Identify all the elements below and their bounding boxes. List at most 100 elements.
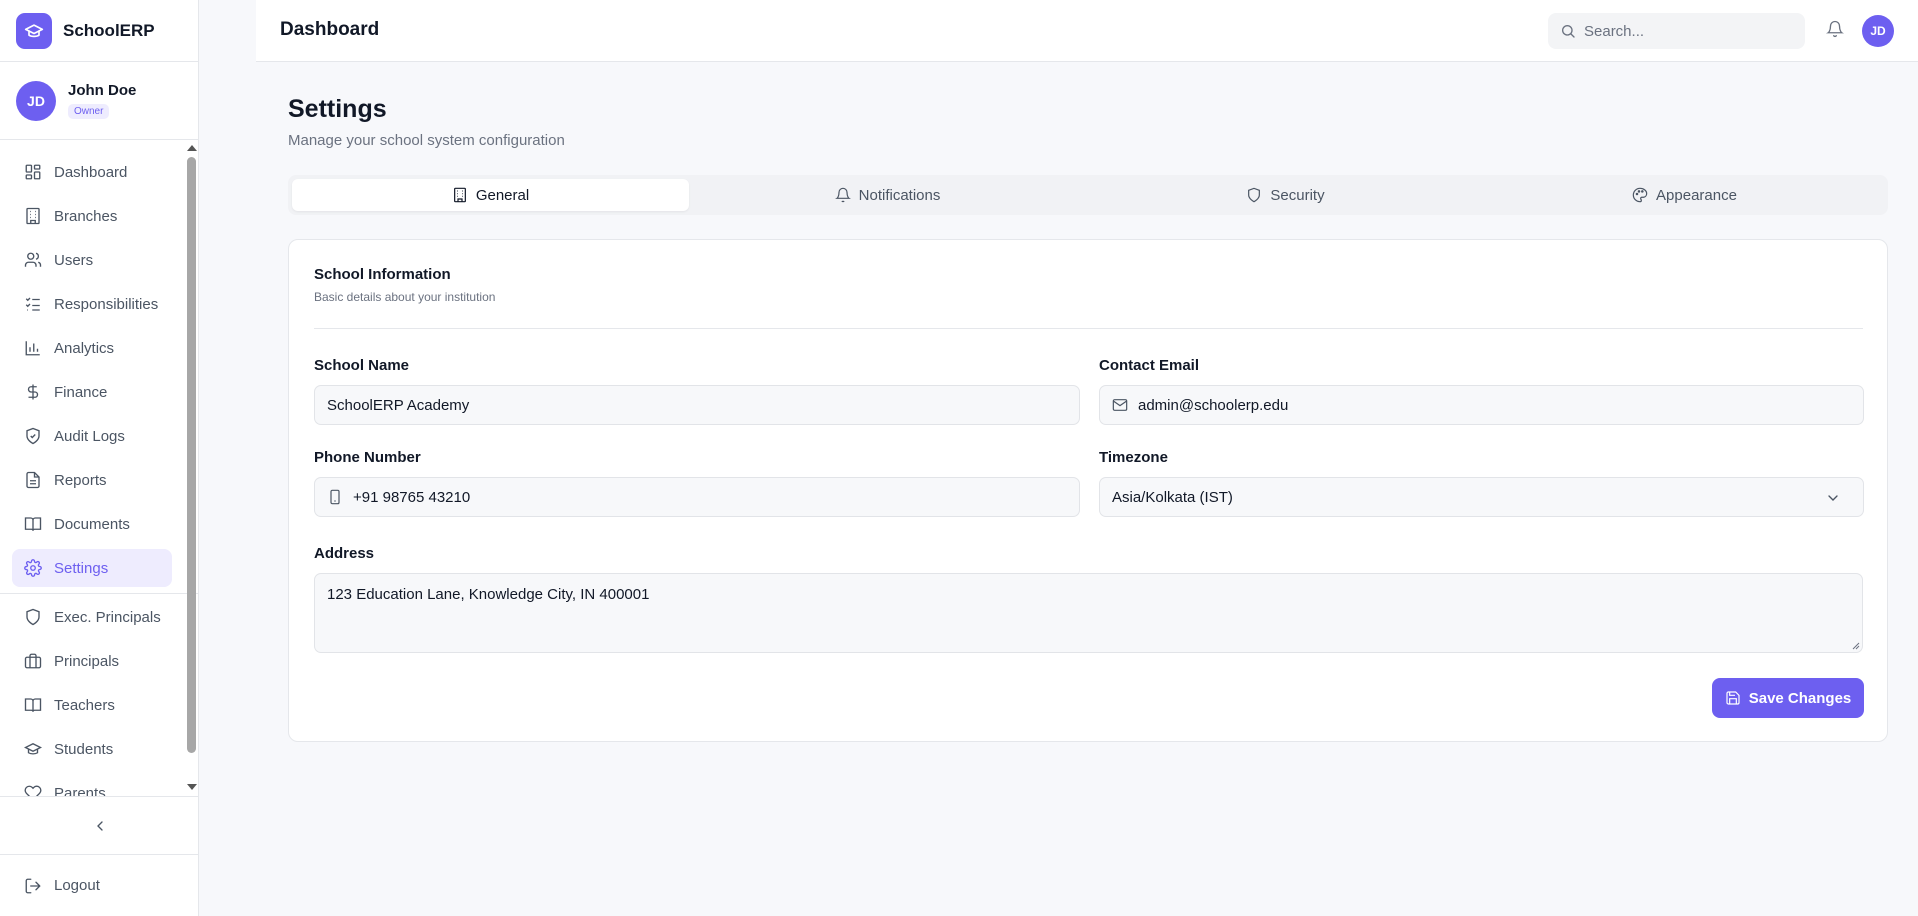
sidebar-item-audit-logs[interactable]: Audit Logs [12, 417, 172, 455]
sidebar-item-label: Teachers [54, 696, 115, 714]
scroll-down-arrow[interactable] [187, 784, 197, 790]
sidebar-item-label: Documents [54, 515, 130, 533]
tab-appearance[interactable]: Appearance [1486, 179, 1883, 211]
sidebar-item-students[interactable]: Students [12, 730, 172, 768]
brand[interactable]: SchoolERP [0, 0, 198, 62]
building-icon [26, 207, 40, 225]
contact-email-value: admin@schoolerp.edu [1138, 396, 1289, 414]
sidebar-item-label: Finance [54, 383, 108, 401]
sidebar-item-users[interactable]: Users [12, 241, 172, 279]
shield-check-icon [26, 427, 40, 445]
role-badge: Owner [68, 104, 110, 119]
dollar-icon [27, 384, 39, 400]
briefcase-icon [24, 653, 42, 669]
graduation-cap-icon [24, 742, 42, 755]
tab-general[interactable]: General [292, 179, 689, 211]
book-open-icon [24, 517, 42, 531]
file-text-icon [26, 471, 40, 489]
resize-handle-icon[interactable] [1850, 640, 1860, 650]
search-input[interactable] [1584, 22, 1794, 40]
phone-icon [330, 489, 340, 505]
tab-notifications[interactable]: Notifications [689, 179, 1086, 211]
sidebar-item-dashboard[interactable]: Dashboard [12, 153, 172, 191]
section-divider [314, 328, 1863, 329]
sidebar-item-settings[interactable]: Settings [12, 549, 172, 587]
phone-input[interactable]: +91 98765 43210 [314, 477, 1080, 517]
avatar: JD [16, 80, 56, 121]
contact-email-label: Contact Email [1099, 357, 1200, 374]
save-icon [1726, 691, 1740, 705]
section-title: School Information [314, 266, 451, 283]
sidebar-item-label: Reports [54, 471, 107, 489]
sidebar-item-reports[interactable]: Reports [12, 461, 172, 499]
sidebar-nav: Dashboard Branches Users Responsibilitie… [0, 141, 199, 796]
timezone-value: Asia/Kolkata (IST) [1112, 488, 1233, 506]
sidebar-item-label: Dashboard [54, 163, 128, 181]
sidebar-item-finance[interactable]: Finance [12, 373, 172, 411]
bar-chart-icon [25, 341, 40, 356]
sidebar-item-label: Branches [54, 207, 118, 225]
user-profile[interactable]: JD John Doe Owner [0, 62, 198, 140]
top-header: Dashboard JD [256, 0, 1918, 62]
shield-icon [1248, 187, 1261, 203]
grid-icon [25, 164, 41, 180]
tab-label: Security [1270, 186, 1325, 204]
user-avatar-button[interactable]: JD [1862, 15, 1894, 47]
address-label: Address [314, 545, 375, 562]
sidebar-scrollbar[interactable] [185, 141, 197, 796]
sidebar-item-label: Settings [54, 559, 109, 577]
bell-icon [1826, 20, 1844, 38]
contact-email-input[interactable]: admin@schoolerp.edu [1099, 385, 1864, 425]
timezone-label: Timezone [1099, 449, 1168, 466]
sidebar-item-label: Responsibilities [54, 295, 159, 313]
checklist-icon [25, 297, 40, 311]
search-icon [1562, 25, 1575, 38]
address-value: 123 Education Lane, Knowledge City, IN 4… [327, 586, 650, 603]
school-name-input[interactable]: SchoolERP Academy [314, 385, 1080, 425]
settings-tabs: General Notifications Security Appearanc… [288, 175, 1888, 215]
school-information-card: School Information Basic details about y… [288, 239, 1888, 742]
building-icon [453, 187, 466, 203]
logout-button[interactable]: Logout [0, 854, 199, 916]
users-icon [24, 252, 42, 267]
school-name-value: SchoolERP Academy [327, 396, 470, 414]
book-open-icon [24, 698, 42, 712]
sidebar-item-label: Analytics [54, 339, 115, 357]
chevron-left-icon [96, 820, 103, 831]
sidebar-item-responsibilities[interactable]: Responsibilities [12, 285, 172, 323]
scroll-up-arrow[interactable] [187, 145, 197, 151]
shield-icon [26, 608, 40, 626]
sidebar-divider [0, 593, 199, 594]
logout-label: Logout [54, 877, 100, 894]
sidebar-item-label: Parents [54, 784, 106, 797]
sidebar-item-label: Principals [54, 652, 120, 670]
tab-security[interactable]: Security [1087, 179, 1484, 211]
page-title: Settings [288, 95, 387, 123]
phone-value: +91 98765 43210 [353, 488, 471, 506]
sidebar-item-analytics[interactable]: Analytics [12, 329, 172, 367]
sidebar-item-parents[interactable]: Parents [12, 774, 172, 796]
gear-icon [24, 559, 42, 577]
sidebar: SchoolERP JD John Doe Owner Dashboard Br… [0, 0, 199, 916]
sidebar-item-documents[interactable]: Documents [12, 505, 172, 543]
sidebar-item-exec-principals[interactable]: Exec. Principals [12, 598, 172, 636]
sidebar-item-teachers[interactable]: Teachers [12, 686, 172, 724]
search-box[interactable] [1548, 13, 1805, 49]
tab-label: Appearance [1656, 186, 1737, 204]
heart-icon [24, 785, 42, 796]
phone-label: Phone Number [314, 449, 421, 466]
sidebar-item-principals[interactable]: Principals [12, 642, 172, 680]
user-name: John Doe [68, 82, 137, 99]
timezone-select[interactable]: Asia/Kolkata (IST) [1099, 477, 1864, 517]
scroll-thumb[interactable] [187, 157, 196, 753]
notifications-button[interactable] [1826, 20, 1844, 43]
sidebar-item-branches[interactable]: Branches [12, 197, 172, 235]
mail-icon [1112, 399, 1128, 411]
logout-icon [25, 878, 41, 893]
tab-label: General [475, 186, 530, 204]
collapse-sidebar-button[interactable] [0, 796, 199, 854]
chevron-down-icon [1828, 495, 1838, 501]
save-changes-button[interactable]: Save Changes [1712, 678, 1864, 718]
address-textarea[interactable]: 123 Education Lane, Knowledge City, IN 4… [314, 573, 1863, 653]
graduation-cap-icon [16, 12, 52, 49]
